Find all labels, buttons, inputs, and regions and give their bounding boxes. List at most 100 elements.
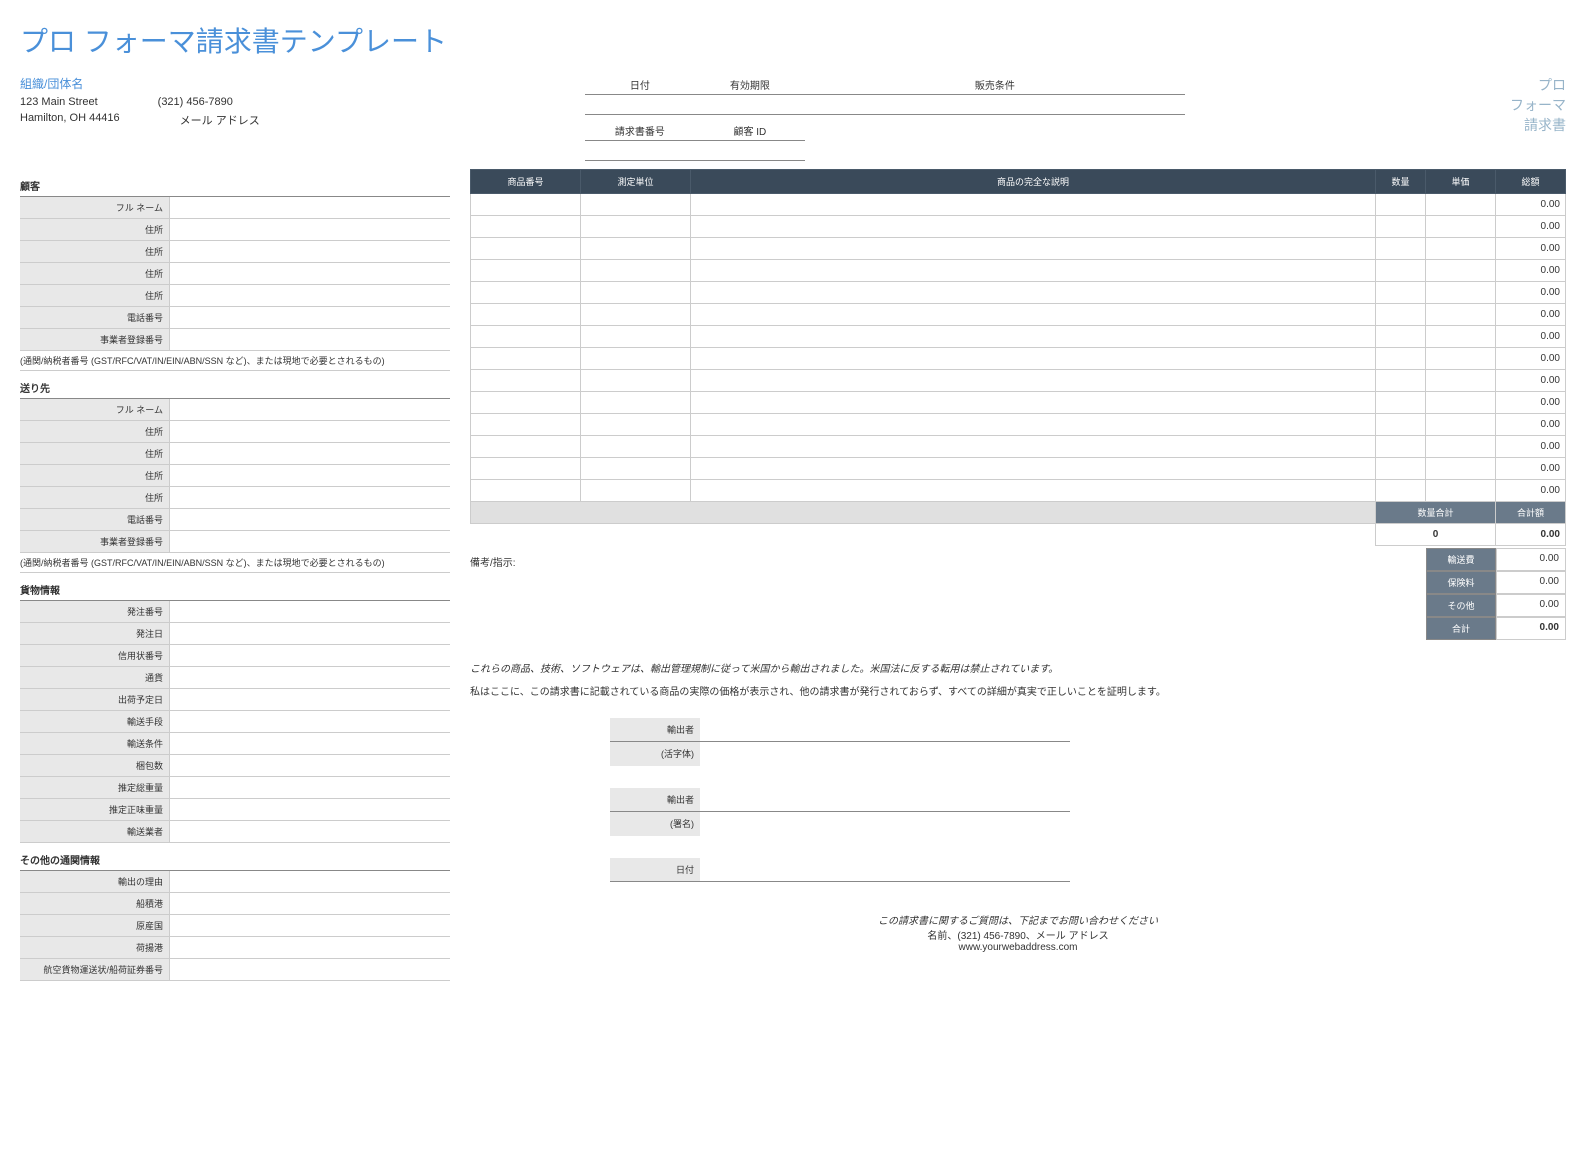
item-cell[interactable] — [691, 480, 1376, 502]
item-cell[interactable] — [1426, 414, 1496, 436]
other-input-1[interactable] — [170, 893, 450, 914]
other-input-3[interactable] — [170, 937, 450, 958]
item-cell[interactable] — [581, 326, 691, 348]
item-cell[interactable] — [471, 304, 581, 326]
item-cell[interactable] — [471, 480, 581, 502]
item-cell[interactable] — [691, 326, 1376, 348]
item-cell[interactable] — [1426, 238, 1496, 260]
date-input[interactable] — [585, 97, 695, 115]
item-cell[interactable] — [581, 282, 691, 304]
sum-other-val[interactable]: 0.00 — [1496, 594, 1566, 617]
item-cell[interactable] — [1426, 480, 1496, 502]
item-cell[interactable] — [1376, 238, 1426, 260]
item-cell[interactable] — [691, 304, 1376, 326]
item-cell[interactable] — [691, 238, 1376, 260]
shipto-input-0[interactable] — [170, 399, 450, 420]
shipto-input-2[interactable] — [170, 443, 450, 464]
item-cell[interactable] — [1376, 436, 1426, 458]
freight-input-0[interactable] — [170, 601, 450, 622]
freight-input-10[interactable] — [170, 821, 450, 842]
shipto-input-1[interactable] — [170, 421, 450, 442]
item-cell[interactable] — [471, 238, 581, 260]
item-cell[interactable] — [471, 216, 581, 238]
item-cell[interactable] — [581, 238, 691, 260]
item-cell[interactable] — [1376, 370, 1426, 392]
item-cell[interactable] — [691, 260, 1376, 282]
item-cell[interactable] — [471, 458, 581, 480]
shipto-input-4[interactable] — [170, 487, 450, 508]
item-cell[interactable] — [471, 260, 581, 282]
item-cell[interactable] — [471, 436, 581, 458]
item-cell[interactable] — [1426, 392, 1496, 414]
shipto-input-3[interactable] — [170, 465, 450, 486]
sum-ins-val[interactable]: 0.00 — [1496, 571, 1566, 594]
item-cell[interactable] — [581, 480, 691, 502]
item-cell[interactable] — [691, 370, 1376, 392]
item-cell[interactable] — [1426, 282, 1496, 304]
shipto-input-5[interactable] — [170, 509, 450, 530]
sig-print-input[interactable] — [700, 718, 1070, 741]
item-cell[interactable] — [691, 348, 1376, 370]
item-cell[interactable] — [1376, 216, 1426, 238]
item-cell[interactable] — [581, 194, 691, 216]
other-input-4[interactable] — [170, 959, 450, 980]
item-cell[interactable] — [1376, 326, 1426, 348]
custid-input[interactable] — [695, 143, 805, 161]
sig-sign-input[interactable] — [700, 788, 1070, 811]
freight-input-9[interactable] — [170, 799, 450, 820]
item-cell[interactable] — [691, 392, 1376, 414]
item-cell[interactable] — [1376, 392, 1426, 414]
sig-date-input[interactable] — [700, 858, 1070, 881]
item-cell[interactable] — [691, 458, 1376, 480]
item-cell[interactable] — [1426, 260, 1496, 282]
item-cell[interactable] — [1426, 216, 1496, 238]
freight-input-6[interactable] — [170, 733, 450, 754]
item-cell[interactable] — [1376, 194, 1426, 216]
item-cell[interactable] — [581, 348, 691, 370]
item-cell[interactable] — [691, 194, 1376, 216]
item-cell[interactable] — [691, 282, 1376, 304]
item-cell[interactable] — [581, 414, 691, 436]
item-cell[interactable] — [1376, 480, 1426, 502]
item-cell[interactable] — [1426, 348, 1496, 370]
freight-input-7[interactable] — [170, 755, 450, 776]
item-cell[interactable] — [581, 260, 691, 282]
freight-input-3[interactable] — [170, 667, 450, 688]
item-cell[interactable] — [581, 370, 691, 392]
item-cell[interactable] — [1426, 458, 1496, 480]
item-cell[interactable] — [581, 304, 691, 326]
freight-input-8[interactable] — [170, 777, 450, 798]
item-cell[interactable] — [1426, 304, 1496, 326]
freight-input-1[interactable] — [170, 623, 450, 644]
item-cell[interactable] — [1376, 260, 1426, 282]
item-cell[interactable] — [1376, 414, 1426, 436]
customer-input-1[interactable] — [170, 219, 450, 240]
other-input-0[interactable] — [170, 871, 450, 892]
item-cell[interactable] — [1376, 348, 1426, 370]
item-cell[interactable] — [471, 370, 581, 392]
item-cell[interactable] — [691, 414, 1376, 436]
item-cell[interactable] — [581, 436, 691, 458]
customer-input-3[interactable] — [170, 263, 450, 284]
item-cell[interactable] — [471, 282, 581, 304]
item-cell[interactable] — [581, 392, 691, 414]
customer-input-5[interactable] — [170, 307, 450, 328]
customer-input-0[interactable] — [170, 197, 450, 218]
item-cell[interactable] — [1376, 282, 1426, 304]
item-cell[interactable] — [1376, 458, 1426, 480]
customer-input-6[interactable] — [170, 329, 450, 350]
item-cell[interactable] — [691, 436, 1376, 458]
freight-input-2[interactable] — [170, 645, 450, 666]
item-cell[interactable] — [1376, 304, 1426, 326]
item-cell[interactable] — [691, 216, 1376, 238]
terms-input[interactable] — [805, 97, 1185, 115]
item-cell[interactable] — [581, 216, 691, 238]
shipto-input-6[interactable] — [170, 531, 450, 552]
freight-input-5[interactable] — [170, 711, 450, 732]
item-cell[interactable] — [471, 392, 581, 414]
item-cell[interactable] — [1426, 436, 1496, 458]
item-cell[interactable] — [471, 326, 581, 348]
other-input-2[interactable] — [170, 915, 450, 936]
sum-ship-val[interactable]: 0.00 — [1496, 548, 1566, 571]
customer-input-2[interactable] — [170, 241, 450, 262]
